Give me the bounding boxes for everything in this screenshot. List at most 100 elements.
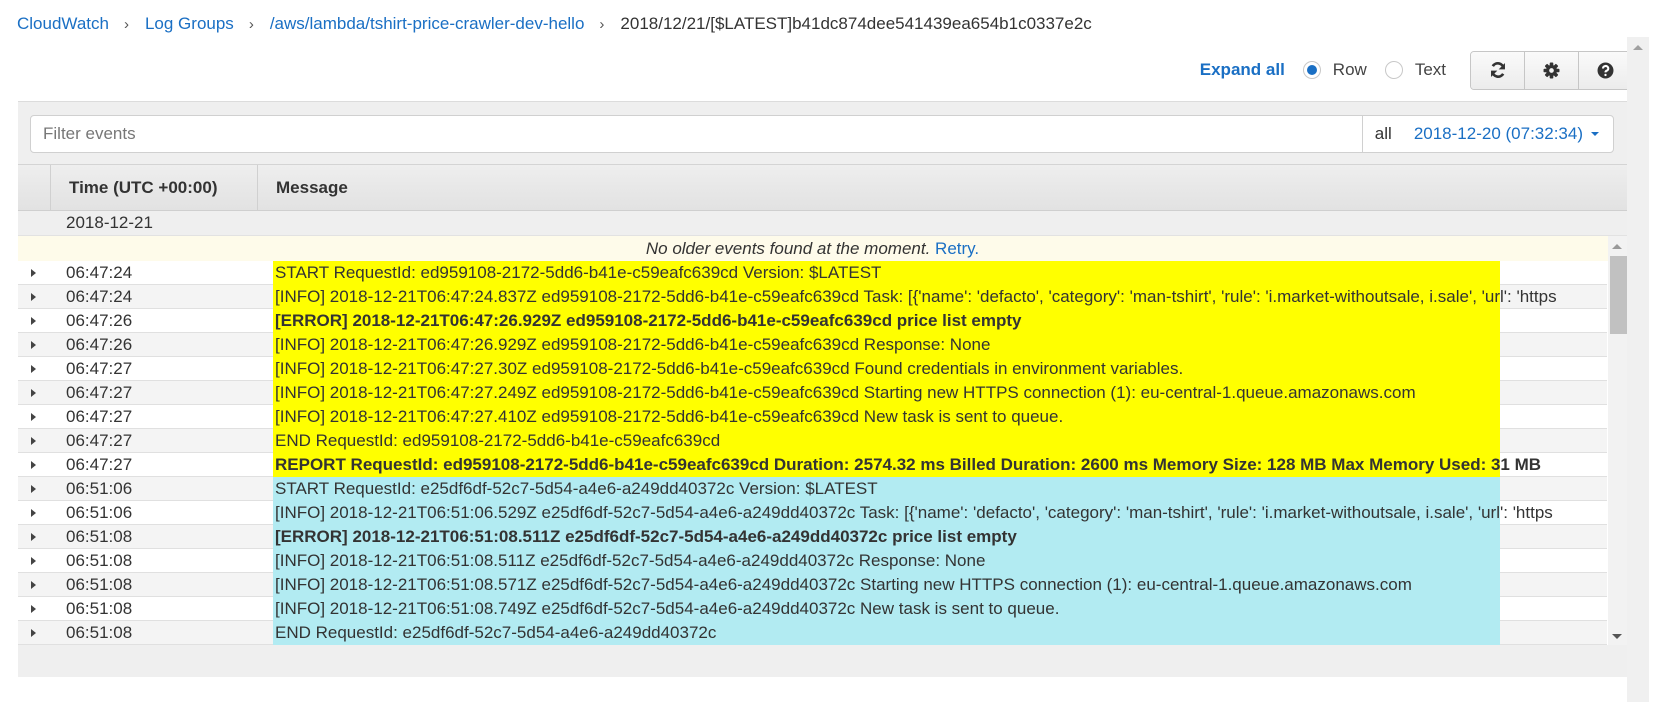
help-button[interactable] — [1579, 51, 1632, 89]
expand-row-caret-icon[interactable] — [18, 333, 51, 356]
filter-events-input[interactable] — [31, 115, 1362, 153]
refresh-button[interactable] — [1471, 51, 1525, 89]
header-message[interactable]: Message — [258, 165, 348, 210]
view-text-radio[interactable] — [1384, 61, 1403, 79]
header-expander-column — [18, 165, 51, 210]
date-group-row: 2018-12-21 — [18, 211, 1627, 236]
log-event-row[interactable]: 06:47:26 [INFO] 2018-12-21T06:47:26.929Z … — [18, 333, 1607, 357]
event-message[interactable]: REPORT RequestId: ed959108-2172-5dd6-b41… — [273, 453, 1607, 477]
expand-row-caret-icon[interactable] — [18, 429, 51, 452]
header-time[interactable]: Time (UTC +00:00) — [51, 165, 258, 210]
event-time: 06:47:27 — [66, 359, 133, 378]
log-events-panel: all 2018-12-20 (07:32:34) Time (UTC +00:… — [18, 101, 1627, 677]
scrollbar-thumb[interactable] — [1610, 256, 1627, 334]
log-event-row[interactable]: 06:51:06 START RequestId: e25df6df-52c7-5… — [18, 477, 1607, 501]
page-scrollbar[interactable] — [1627, 37, 1649, 702]
chevron-right-icon: › — [599, 15, 605, 33]
view-row-label[interactable]: Row — [1333, 60, 1367, 80]
event-message[interactable]: [INFO] 2018-12-21T06:47:27.410Z ed959108… — [273, 405, 1607, 429]
event-message[interactable]: END RequestId: e25df6df-52c7-5d54-a4e6-a… — [273, 621, 1607, 645]
event-message[interactable]: [ERROR] 2018-12-21T06:47:26.929Z ed95910… — [273, 309, 1607, 333]
view-row-radio[interactable] — [1302, 61, 1321, 79]
event-message-text: END RequestId: ed959108-2172-5dd6-b41e-c… — [275, 431, 721, 450]
event-message-text: [INFO] 2018-12-21T06:51:08.749Z e25df6df… — [275, 599, 1060, 618]
log-event-row[interactable]: 06:47:26 [ERROR] 2018-12-21T06:47:26.929Z… — [18, 309, 1607, 333]
event-time: 06:51:08 — [66, 623, 133, 642]
event-message-text: START RequestId: e25df6df-52c7-5d54-a4e6… — [275, 479, 878, 498]
question-circle-icon — [1597, 62, 1614, 78]
expand-row-caret-icon[interactable] — [18, 525, 51, 548]
log-event-row[interactable]: 06:47:27 END RequestId: ed959108-2172-5dd… — [18, 429, 1607, 453]
log-event-row[interactable]: 06:51:08 [INFO] 2018-12-21T06:51:08.511Z … — [18, 549, 1607, 573]
log-event-row[interactable]: 06:51:08 [INFO] 2018-12-21T06:51:08.749Z … — [18, 597, 1607, 621]
scroll-down-arrow-icon[interactable] — [1612, 634, 1622, 639]
retry-link[interactable]: Retry. — [935, 239, 979, 258]
log-event-row[interactable]: 06:47:27 REPORT RequestId: ed959108-2172-… — [18, 453, 1607, 477]
caret-down-icon[interactable] — [1591, 132, 1599, 136]
expand-row-caret-icon[interactable] — [18, 357, 51, 380]
breadcrumb-log-stream: 2018/12/21/[$LATEST]b41dc874dee541439ea6… — [620, 14, 1092, 33]
log-event-row[interactable]: 06:51:08 [ERROR] 2018-12-21T06:51:08.511Z… — [18, 525, 1607, 549]
event-message[interactable]: [ERROR] 2018-12-21T06:51:08.511Z e25df6d… — [273, 525, 1607, 549]
expand-row-caret-icon[interactable] — [18, 453, 51, 476]
event-time: 06:51:06 — [66, 503, 133, 522]
expand-row-caret-icon[interactable] — [18, 501, 51, 524]
expand-all-link[interactable]: Expand all — [1200, 60, 1285, 80]
event-time: 06:47:27 — [66, 383, 133, 402]
log-event-row[interactable]: 06:51:06 [INFO] 2018-12-21T06:51:06.529Z … — [18, 501, 1607, 525]
log-list-scrollbar[interactable] — [1608, 236, 1627, 645]
expand-row-caret-icon[interactable] — [18, 549, 51, 572]
event-message[interactable]: [INFO] 2018-12-21T06:47:27.249Z ed959108… — [273, 381, 1607, 405]
log-event-row[interactable]: 06:47:27 [INFO] 2018-12-21T06:47:27.249Z … — [18, 381, 1607, 405]
event-message[interactable]: [INFO] 2018-12-21T06:51:08.749Z e25df6df… — [273, 597, 1607, 621]
breadcrumb-cloudwatch[interactable]: CloudWatch — [17, 14, 109, 34]
log-event-row[interactable]: 06:47:27 [INFO] 2018-12-21T06:47:27.410Z … — [18, 405, 1607, 429]
event-message[interactable]: [INFO] 2018-12-21T06:51:06.529Z e25df6df… — [273, 501, 1607, 525]
breadcrumb-log-group[interactable]: /aws/lambda/tshirt-price-crawler-dev-hel… — [270, 14, 585, 34]
no-older-events-notice: No older events found at the moment. Ret… — [18, 236, 1627, 261]
chevron-right-icon: › — [123, 15, 129, 33]
expand-row-caret-icon[interactable] — [18, 285, 51, 308]
expand-row-caret-icon[interactable] — [18, 405, 51, 428]
view-text-label[interactable]: Text — [1415, 60, 1446, 80]
time-range-date[interactable]: 2018-12-20 (07:32:34) — [1414, 124, 1583, 144]
chevron-right-icon: › — [248, 15, 254, 33]
expand-row-caret-icon[interactable] — [18, 477, 51, 500]
expand-row-caret-icon[interactable] — [18, 309, 51, 332]
log-event-row[interactable]: 06:47:24 START RequestId: ed959108-2172-5… — [18, 261, 1607, 285]
refresh-icon — [1490, 62, 1505, 78]
expand-row-caret-icon[interactable] — [18, 381, 51, 404]
breadcrumb-log-groups[interactable]: Log Groups — [145, 14, 234, 34]
log-event-row[interactable]: 06:47:24 [INFO] 2018-12-21T06:47:24.837Z … — [18, 285, 1607, 309]
log-events-list: No older events found at the moment. Ret… — [18, 236, 1627, 645]
log-rows: 06:47:24 START RequestId: ed959108-2172-5… — [18, 261, 1607, 645]
time-range-all[interactable]: all — [1375, 124, 1392, 144]
event-message-text: [INFO] 2018-12-21T06:51:08.571Z e25df6df… — [275, 575, 1412, 594]
expand-row-caret-icon[interactable] — [18, 261, 51, 284]
log-event-row[interactable]: 06:51:08 END RequestId: e25df6df-52c7-5d5… — [18, 621, 1607, 645]
event-message[interactable]: [INFO] 2018-12-21T06:51:08.511Z e25df6df… — [273, 549, 1607, 573]
expand-row-caret-icon[interactable] — [18, 573, 51, 596]
event-message[interactable]: [INFO] 2018-12-21T06:47:24.837Z ed959108… — [273, 285, 1607, 309]
expand-row-caret-icon[interactable] — [18, 597, 51, 620]
log-event-row[interactable]: 06:51:08 [INFO] 2018-12-21T06:51:08.571Z … — [18, 573, 1607, 597]
scroll-up-arrow-icon[interactable] — [1633, 45, 1643, 50]
event-message-text: [INFO] 2018-12-21T06:47:27.249Z ed959108… — [275, 383, 1416, 402]
event-message[interactable]: [INFO] 2018-12-21T06:51:08.571Z e25df6df… — [273, 573, 1607, 597]
event-message[interactable]: [INFO] 2018-12-21T06:47:27.30Z ed959108-… — [273, 357, 1607, 381]
event-message[interactable]: START RequestId: ed959108-2172-5dd6-b41e… — [273, 261, 1607, 285]
event-message[interactable]: START RequestId: e25df6df-52c7-5d54-a4e6… — [273, 477, 1607, 501]
event-message[interactable]: [INFO] 2018-12-21T06:47:26.929Z ed959108… — [273, 333, 1607, 357]
event-message-text: [INFO] 2018-12-21T06:51:08.511Z e25df6df… — [275, 551, 986, 570]
settings-button[interactable] — [1525, 51, 1579, 89]
expand-row-caret-icon[interactable] — [18, 621, 51, 644]
event-message[interactable]: END RequestId: ed959108-2172-5dd6-b41e-c… — [273, 429, 1607, 453]
scroll-up-arrow-icon[interactable] — [1612, 244, 1622, 249]
event-message-text: START RequestId: ed959108-2172-5dd6-b41e… — [275, 263, 882, 282]
table-header: Time (UTC +00:00) Message — [18, 164, 1627, 211]
event-message-text: [INFO] 2018-12-21T06:51:06.529Z e25df6df… — [275, 503, 1553, 522]
time-range-selector[interactable]: all 2018-12-20 (07:32:34) — [1361, 116, 1613, 152]
event-message-text: [INFO] 2018-12-21T06:47:27.30Z ed959108-… — [275, 359, 1184, 378]
log-event-row[interactable]: 06:47:27 [INFO] 2018-12-21T06:47:27.30Z e… — [18, 357, 1607, 381]
event-time: 06:51:08 — [66, 527, 133, 546]
